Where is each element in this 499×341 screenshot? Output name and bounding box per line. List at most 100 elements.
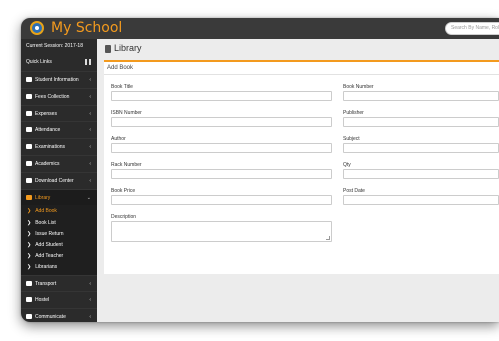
chevron-left-icon: ‹ — [89, 177, 91, 184]
sidebar-item-label: Expenses — [35, 110, 57, 117]
submenu-item-add-teacher[interactable]: ❯ Add Teacher — [21, 251, 97, 262]
book-title-input[interactable] — [111, 91, 332, 101]
bullhorn-icon — [26, 314, 32, 320]
qty-input[interactable] — [343, 169, 499, 179]
sidebar-item-label: Hostel — [35, 297, 50, 304]
chevron-left-icon: ‹ — [89, 280, 91, 287]
sidebar-item-examinations[interactable]: Examinations ‹ — [21, 138, 97, 155]
main-content: Library Add Book Book Title Book Number … — [97, 39, 499, 322]
chevron-right-icon: ❯ — [27, 264, 32, 271]
book-price-label: Book Price — [111, 188, 136, 194]
search-input[interactable]: Search By Name, Roll — [445, 22, 499, 35]
calendar-icon — [26, 127, 32, 133]
money-icon — [26, 93, 32, 99]
book-price-input[interactable] — [111, 195, 332, 205]
author-input[interactable] — [111, 143, 332, 153]
submenu-item-librarians[interactable]: ❯ Librarians — [21, 262, 97, 273]
publisher-label: Publisher — [343, 110, 364, 116]
submenu-item-label: Issue Return — [35, 230, 64, 237]
sidebar-item-communicate[interactable]: Communicate ‹ — [21, 308, 97, 322]
resize-handle-icon[interactable] — [326, 236, 330, 240]
isbn-number-label: ISBN Number — [111, 110, 142, 116]
submenu-item-issue-return[interactable]: ❯ Issue Return — [21, 229, 97, 240]
author-label: Author — [111, 136, 126, 142]
sidebar-item-label: Communicate — [35, 314, 66, 321]
top-bar: My School Search By Name, Roll — [21, 18, 499, 39]
sidebar-item-label: Transport — [35, 280, 57, 287]
sidebar-item-label: Attendance — [35, 127, 61, 134]
sidebar-item-label: Academics — [35, 160, 60, 167]
add-book-panel: Add Book Book Title Book Number ISBN Num… — [104, 60, 499, 274]
grid-icon[interactable] — [85, 59, 91, 65]
post-date-input[interactable] — [343, 195, 499, 205]
submenu-item-label: Book List — [35, 219, 56, 226]
current-session: Current Session: 2017-18 — [26, 43, 83, 49]
submenu-item-label: Add Student — [35, 241, 63, 248]
quick-links[interactable]: Quick Links — [21, 54, 97, 71]
submenu-item-add-student[interactable]: ❯ Add Student — [21, 240, 97, 251]
sidebar-item-student-information[interactable]: Student Information ‹ — [21, 71, 97, 88]
subject-label: Subject — [343, 136, 360, 142]
publisher-input[interactable] — [343, 117, 499, 127]
chevron-left-icon: ‹ — [89, 110, 91, 117]
sidebar-item-hostel[interactable]: Hostel ‹ — [21, 291, 97, 308]
chevron-right-icon: ❯ — [27, 253, 32, 260]
chevron-left-icon: ‹ — [89, 127, 91, 134]
chevron-right-icon: ❯ — [27, 219, 32, 226]
mortarboard-icon — [26, 160, 32, 166]
user-icon — [26, 77, 32, 82]
rack-number-input[interactable] — [111, 169, 332, 179]
submenu-item-book-list[interactable]: ❯ Book List — [21, 218, 97, 229]
page-header: Library — [97, 39, 499, 58]
book-number-label: Book Number — [343, 84, 374, 90]
submenu-item-label: Librarians — [35, 264, 58, 271]
submenu-item-label: Add Teacher — [35, 253, 64, 260]
sidebar-item-library[interactable]: Library ⌄ — [21, 188, 97, 206]
chevron-right-icon: ❯ — [27, 241, 32, 248]
app-window: My School Search By Name, Roll Current S… — [21, 18, 499, 322]
sidebar-item-attendance[interactable]: Attendance ‹ — [21, 121, 97, 138]
sidebar-item-expenses[interactable]: Expenses ‹ — [21, 104, 97, 122]
building-icon — [26, 297, 32, 303]
chevron-left-icon: ‹ — [89, 160, 91, 167]
chevron-left-icon: ‹ — [89, 144, 91, 151]
sidebar-item-label: Examinations — [35, 144, 66, 151]
book-icon — [26, 194, 32, 200]
quick-links-label: Quick Links — [26, 59, 52, 65]
book-number-input[interactable] — [343, 91, 499, 101]
book-title-label: Book Title — [111, 84, 133, 90]
credit-card-icon — [26, 110, 32, 116]
chevron-right-icon: ❯ — [27, 230, 32, 237]
chevron-left-icon: ‹ — [89, 77, 91, 83]
description-label: Description — [111, 214, 137, 220]
submenu-item-add-book[interactable]: ❯ Add Book — [21, 206, 97, 217]
library-submenu: ❯ Add Book ❯ Book List ❯ Issue Return ❯ Add … — [21, 205, 97, 275]
subject-input[interactable] — [343, 143, 499, 153]
sidebar-item-download-center[interactable]: Download Center ‹ — [21, 171, 97, 189]
isbn-number-input[interactable] — [111, 117, 332, 127]
download-icon — [26, 177, 32, 183]
sidebar-item-academics[interactable]: Academics ‹ — [21, 154, 97, 172]
sidebar-item-label: Download Center — [35, 177, 74, 184]
book-icon — [105, 45, 111, 53]
chevron-right-icon: ❯ — [27, 208, 32, 215]
sidebar-item-label: Library — [35, 194, 51, 201]
panel-title: Add Book — [107, 65, 134, 71]
submenu-item-label: Add Book — [35, 208, 57, 215]
post-date-label: Post Date — [343, 188, 365, 194]
chevron-left-icon: ‹ — [89, 314, 91, 321]
bus-icon — [26, 280, 32, 286]
page-title: Library — [114, 43, 142, 53]
chevron-left-icon: ‹ — [89, 297, 91, 304]
school-logo-icon — [30, 21, 44, 35]
sidebar-item-fees-collection[interactable]: Fees Collection ‹ — [21, 87, 97, 105]
sidebar-item-label: Fees Collection — [35, 93, 70, 100]
chevron-left-icon: ‹ — [89, 93, 91, 100]
description-textarea[interactable] — [111, 221, 332, 242]
sidebar-item-transport[interactable]: Transport ‹ — [21, 274, 97, 292]
sidebar: Current Session: 2017-18 Quick Links Stu… — [21, 39, 97, 322]
qty-label: Qty — [343, 162, 351, 168]
map-icon — [26, 144, 32, 150]
app-title: My School — [51, 20, 123, 36]
panel-divider — [104, 74, 499, 75]
